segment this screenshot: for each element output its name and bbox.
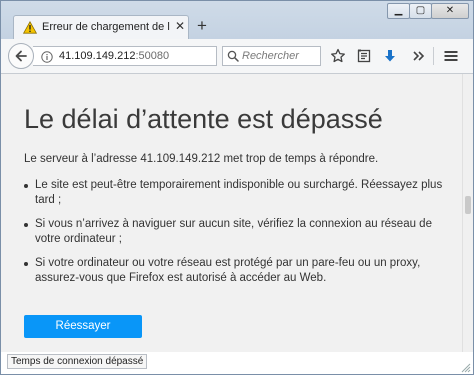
navigation-toolbar: 41.109.149.212:50080 [1,39,473,74]
download-icon[interactable] [382,48,398,64]
minimize-button[interactable]: ▁ [387,3,410,19]
info-icon[interactable] [41,50,53,63]
close-icon[interactable]: ✕ [173,19,187,33]
resize-grip-icon[interactable] [459,360,471,373]
retry-button[interactable]: Réessayer [24,315,142,338]
list-item: Si votre ordinateur ou votre réseau est … [24,256,448,286]
scrollbar-thumb[interactable] [465,196,471,214]
reading-list-icon[interactable] [356,48,372,64]
url-host: 41.109.149.212 [59,50,136,62]
overflow-icon[interactable] [411,48,427,64]
back-arrow-icon [15,50,27,62]
status-bar: Temps de connexion dépassé [1,352,473,374]
back-button[interactable] [8,43,34,69]
tab-title: Erreur de chargement de la... [42,21,170,33]
plus-icon[interactable]: + [194,17,210,34]
warning-icon [22,20,38,34]
search-icon [227,50,239,62]
status-text: Temps de connexion dépassé [7,354,148,369]
suggestion-list: Le site est peut-être temporairement ind… [24,178,448,295]
search-bar[interactable] [222,46,321,66]
error-page: Le délai d’attente est dépassé Le serveu… [8,74,462,352]
maximize-button[interactable]: ▢ [409,3,432,19]
url-bar[interactable]: 41.109.149.212:50080 [33,46,245,66]
star-icon[interactable] [330,48,346,64]
maximize-icon: ▢ [415,5,426,16]
vertical-scrollbar[interactable] [462,74,473,352]
content-area: Le délai d’attente est dépassé Le serveu… [1,74,462,352]
window-close-button[interactable]: ✕ [431,3,469,19]
list-item: Si vous n’arrivez à naviguer sur aucun s… [24,217,448,247]
url-text[interactable]: 41.109.149.212:50080 [59,50,169,62]
minimize-icon: ▁ [394,5,403,16]
url-port: :50080 [135,50,170,62]
tab-error-page[interactable]: Erreur de chargement de la... ✕ [13,15,189,39]
list-item: Le site est peut-être temporairement ind… [24,178,448,208]
browser-window: Erreur de chargement de la... ✕ + ▁ ▢ ✕ … [0,0,474,375]
toolbar-separator [433,47,434,65]
tab-strip: Erreur de chargement de la... ✕ + ▁ ▢ ✕ [1,1,473,39]
hamburger-menu-icon[interactable] [443,48,459,64]
error-description: Le serveur à l’adresse 41.109.149.212 me… [24,153,379,165]
search-input[interactable] [242,49,318,63]
page-title: Le délai d’attente est dépassé [24,104,383,134]
close-icon: ✕ [445,5,455,16]
